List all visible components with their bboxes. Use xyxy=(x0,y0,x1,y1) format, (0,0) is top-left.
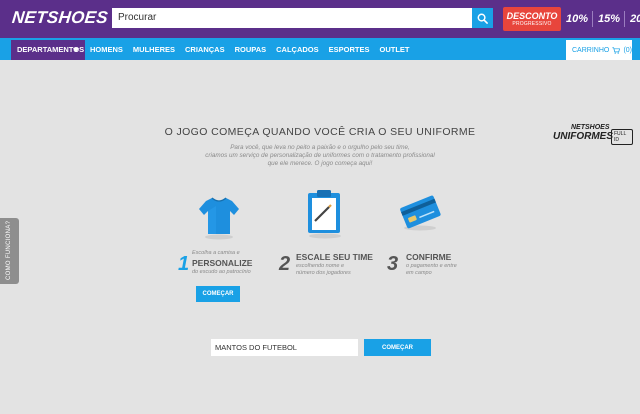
cart-count: (0) xyxy=(623,46,632,54)
nav-link-calcados[interactable]: CALÇADOS xyxy=(276,45,319,54)
step-pretext: Escolha a camisa e xyxy=(192,250,240,256)
intro-line: criamos um serviço de personalização de … xyxy=(205,152,435,159)
nav-link-outlet[interactable]: OUTLET xyxy=(379,45,409,54)
team-name-input[interactable]: MANTOS DO FUTEBOL xyxy=(211,339,358,356)
start-team-button[interactable]: COMEÇAR xyxy=(364,339,431,356)
discount-badge-subtitle: PROGRESSIVO xyxy=(512,20,552,27)
step-title: PERSONALIZE xyxy=(192,258,253,268)
intro-line: Para você, que leva no peito a paixão e … xyxy=(230,144,410,151)
step-subtext-line: número dos jogadores xyxy=(296,270,351,276)
divider xyxy=(592,11,594,27)
netshoes-logo[interactable]: NETSHOES xyxy=(11,8,109,28)
intro-line: que ele merece. O jogo começa aqui! xyxy=(267,160,373,167)
nav-link-mulheres[interactable]: MULHERES xyxy=(133,45,175,54)
search-button[interactable] xyxy=(472,8,493,28)
step-subtext-line: escolhendo nome e xyxy=(296,263,345,269)
step-number: 2 xyxy=(279,253,291,275)
how-it-works-tab[interactable]: COMO FUNCIONA? xyxy=(0,218,19,284)
step-number: 1 xyxy=(178,253,190,275)
discount-badge: DESCONTO PROGRESSIVO xyxy=(503,7,561,31)
nav-link-homens[interactable]: HOMENS xyxy=(90,45,123,54)
jersey-icon xyxy=(199,197,239,240)
intro-text: Para você, que leva no peito a paixão e … xyxy=(190,144,450,168)
progressive-discount-banner[interactable]: DESCONTO PROGRESSIVO 10% 15% 20% xyxy=(503,7,640,31)
step-subtext-line: em campo xyxy=(406,270,432,276)
step-number: 3 xyxy=(387,253,399,275)
discount-tier: 20% xyxy=(630,13,640,25)
step-subtext: do escudo ao patrocínio xyxy=(192,269,251,275)
step-subtext: escolhendo nome e número dos jogadores xyxy=(296,263,351,277)
clipboard-icon xyxy=(308,190,341,239)
nav-link-criancas[interactable]: CRIANÇAS xyxy=(185,45,225,54)
discount-tier: 15% xyxy=(598,13,621,25)
credit-card-icon xyxy=(400,195,441,231)
start-button[interactable]: COMEÇAR xyxy=(196,286,240,302)
chevron-down-icon xyxy=(73,48,79,52)
discount-tier: 10% xyxy=(566,13,589,25)
page-title: O JOGO COMEÇA QUANDO VOCÊ CRIA O SEU UNI… xyxy=(164,126,476,138)
step-subtext: o pagamento e entre em campo xyxy=(406,263,457,277)
search-icon xyxy=(477,13,488,24)
departments-menu[interactable]: DEPARTAMENTOS xyxy=(11,40,85,60)
discount-badge-title: DESCONTO xyxy=(506,10,558,21)
nav-link-esportes[interactable]: ESPORTES xyxy=(329,45,370,54)
cart-button[interactable]: CARRINHO (0) xyxy=(566,40,632,60)
how-it-works-label: COMO FUNCIONA? xyxy=(6,220,12,280)
cart-icon xyxy=(612,46,621,54)
category-links: HOMENS MULHERES CRIANÇAS ROUPAS CALÇADOS… xyxy=(90,38,419,60)
search-input[interactable]: Procurar xyxy=(112,8,472,28)
divider xyxy=(624,11,626,27)
cart-label: CARRINHO xyxy=(572,46,610,54)
step-title: ESCALE SEU TIME xyxy=(296,252,373,262)
nav-link-roupas[interactable]: ROUPAS xyxy=(235,45,267,54)
step-subtext-line: o pagamento e entre xyxy=(406,263,457,269)
step-title: CONFIRME xyxy=(406,252,452,262)
